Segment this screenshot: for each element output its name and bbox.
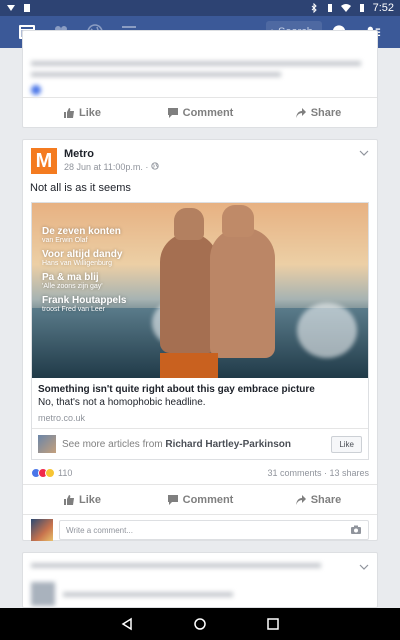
head-right xyxy=(222,205,254,237)
battery-icon xyxy=(357,3,367,13)
previous-post-actions: Like Comment Share xyxy=(23,97,377,127)
reaction-count: 110 xyxy=(58,468,73,478)
public-globe-icon xyxy=(151,162,159,170)
image-headlines: De zeven konten van Erwin Olaf Voor alti… xyxy=(42,226,126,318)
recents-icon[interactable] xyxy=(266,617,280,631)
image-headline: De zeven konten van Erwin Olaf xyxy=(42,226,121,244)
previous-post: Like Comment Share xyxy=(22,30,378,128)
metro-post: M Metro 28 Jun at 11:00p.m. · Not all is… xyxy=(22,139,378,541)
comment-input[interactable] xyxy=(66,525,350,535)
home-icon[interactable] xyxy=(193,617,207,631)
android-navigation-bar xyxy=(0,608,400,640)
link-title: Something isn't quite right about this g… xyxy=(38,384,315,395)
link-meta[interactable]: Something isn't quite right about this g… xyxy=(32,378,368,428)
blurred-post-text xyxy=(23,553,377,607)
share-button[interactable]: Share xyxy=(259,107,377,119)
bluetooth-icon xyxy=(309,2,319,14)
thumbs-up-icon xyxy=(63,494,74,505)
blurred-post-text xyxy=(23,31,377,95)
link-description: No, that's not a homophobic headline. xyxy=(38,397,206,408)
file-icon xyxy=(22,3,32,13)
post-options-chevron-icon[interactable] xyxy=(359,559,369,577)
wifi-icon xyxy=(340,3,351,13)
comment-button[interactable]: Comment xyxy=(141,107,259,119)
article-image[interactable]: De zeven konten van Erwin Olaf Voor alti… xyxy=(32,203,368,378)
share-button[interactable]: Share xyxy=(259,494,377,506)
see-more-articles[interactable]: See more articles from Richard Hartley-P… xyxy=(32,428,368,459)
water-splash xyxy=(297,303,357,358)
figure-right xyxy=(210,228,275,358)
page-name[interactable]: Metro xyxy=(64,148,159,160)
link-domain: metro.co.uk xyxy=(38,413,86,423)
shorts xyxy=(160,353,218,378)
share-icon xyxy=(295,494,306,505)
comment-icon xyxy=(167,494,178,505)
thumbs-up-icon xyxy=(63,107,74,118)
image-headline: Frank Houtappels troost Fred van Leer xyxy=(42,295,127,313)
comments-shares-count[interactable]: 31 comments · 13 shares xyxy=(267,468,369,478)
comment-icon xyxy=(167,107,178,118)
comment-composer xyxy=(23,514,377,549)
post-options-chevron-icon[interactable] xyxy=(359,148,369,161)
camera-icon[interactable] xyxy=(350,524,362,536)
link-preview-card[interactable]: De zeven konten van Erwin Olaf Voor alti… xyxy=(31,202,369,460)
post-timestamp: 28 Jun at 11:00p.m. · xyxy=(64,162,159,172)
clock: 7:52 xyxy=(372,2,394,14)
like-button[interactable]: Like xyxy=(23,494,141,506)
notification-icon xyxy=(6,3,16,13)
metro-logo[interactable]: M xyxy=(31,148,57,174)
comment-button[interactable]: Comment xyxy=(141,494,259,506)
haha-reaction-icon xyxy=(45,468,55,478)
image-headline: Voor altijd dandy Hans van Willigenburg xyxy=(42,249,123,267)
android-status-bar: 7:52 xyxy=(0,0,400,16)
post-caption: Not all is as it seems xyxy=(30,182,131,194)
author-name: Richard Hartley-Parkinson xyxy=(165,438,291,450)
avatar[interactable] xyxy=(31,519,53,541)
reactions-bar[interactable]: 110 31 comments · 13 shares xyxy=(23,460,377,484)
author-thumbnail xyxy=(38,435,56,453)
next-post xyxy=(22,552,378,608)
share-icon xyxy=(295,107,306,118)
head-left xyxy=(174,208,204,240)
see-more-text: See more articles from Richard Hartley-P… xyxy=(62,438,291,450)
follow-like-button[interactable]: Like xyxy=(331,435,362,453)
comment-box[interactable] xyxy=(59,520,369,540)
like-button[interactable]: Like xyxy=(23,107,141,119)
vibrate-icon xyxy=(325,3,335,13)
back-icon[interactable] xyxy=(120,617,134,631)
post-header: M Metro 28 Jun at 11:00p.m. · xyxy=(23,140,377,182)
post-actions: Like Comment Share xyxy=(23,484,377,514)
image-headline: Pa & ma blij 'Alle zoons zijn gay' xyxy=(42,272,103,290)
